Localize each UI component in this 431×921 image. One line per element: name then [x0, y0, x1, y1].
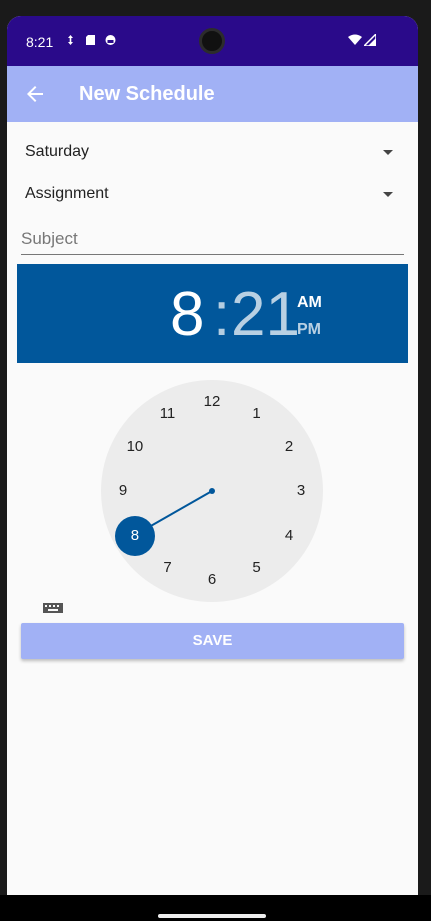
- home-gesture-pill[interactable]: [158, 914, 266, 918]
- status-bar: 8:21: [7, 16, 418, 66]
- sync-icon: [68, 35, 73, 45]
- type-dropdown-value: Assignment: [25, 185, 109, 202]
- am-toggle[interactable]: AM: [297, 294, 322, 312]
- page-title: New Schedule: [79, 83, 215, 105]
- save-button[interactable]: SAVE: [21, 623, 404, 659]
- clock-number[interactable]: 10: [120, 438, 150, 458]
- time-separator: :: [213, 280, 231, 349]
- clock-face[interactable]: 12 1 2 3 4 5 6 7 8 9 10 11: [101, 380, 323, 602]
- dropdown-arrow-icon: [383, 192, 393, 197]
- clock-number[interactable]: 6: [197, 571, 227, 591]
- wifi-icon: [348, 34, 362, 45]
- clock-number[interactable]: 4: [274, 527, 304, 547]
- subject-input[interactable]: [21, 223, 404, 255]
- clock-number[interactable]: 5: [242, 559, 272, 579]
- clock-number[interactable]: 9: [108, 482, 138, 502]
- app-bar: New Schedule: [7, 66, 418, 122]
- day-dropdown-value: Saturday: [25, 143, 90, 160]
- hour-display[interactable]: 8: [170, 279, 204, 350]
- clock-number-selected[interactable]: 8: [114, 515, 155, 556]
- status-time: 8:21: [26, 34, 54, 50]
- clock-number[interactable]: 11: [153, 405, 183, 425]
- keyboard-icon[interactable]: [42, 601, 64, 615]
- arrow-back-icon[interactable]: [23, 82, 47, 106]
- type-dropdown[interactable]: Assignment: [25, 180, 393, 210]
- clock-number[interactable]: 7: [153, 559, 183, 579]
- sd-card-icon: [86, 35, 95, 45]
- front-camera: [199, 28, 225, 54]
- day-dropdown[interactable]: Saturday: [25, 138, 393, 168]
- clock-number[interactable]: 2: [274, 438, 304, 458]
- time-picker-header: 8 : 21 AM PM: [17, 264, 408, 363]
- dropdown-arrow-icon: [383, 150, 393, 155]
- clock-number[interactable]: 12: [197, 393, 227, 413]
- signal-icon: [364, 34, 376, 46]
- clock-number[interactable]: 3: [286, 482, 316, 502]
- system-status-icons: [348, 34, 376, 46]
- pm-toggle[interactable]: PM: [297, 321, 321, 339]
- status-notification-icons: [65, 34, 116, 46]
- android-icon: [105, 35, 116, 45]
- phone-screen: 8:21 New Schedule Saturday Assignment Su…: [7, 16, 418, 911]
- clock-number[interactable]: 1: [242, 405, 272, 425]
- minute-display[interactable]: 21: [231, 279, 300, 350]
